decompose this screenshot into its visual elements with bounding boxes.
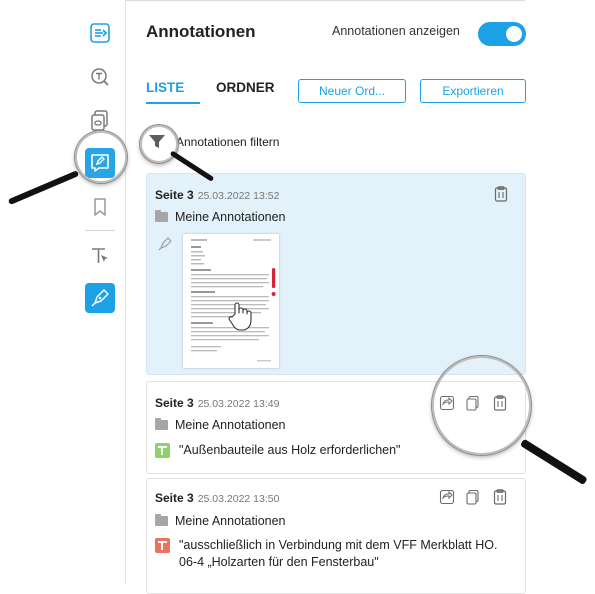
annotation-page: Seite 3 25.03.2022 13:50: [155, 491, 280, 505]
reply-icon[interactable]: [439, 489, 455, 505]
sidebar-divider: [85, 230, 115, 231]
text-search-button[interactable]: [85, 62, 115, 92]
annotation-card[interactable]: Seite 3 25.03.2022 13:50 Meine Annotation…: [146, 478, 526, 594]
annotation-folder: Meine Annotationen: [155, 210, 286, 224]
folder-icon: [155, 514, 168, 526]
panel-toggle-button[interactable]: [85, 18, 115, 48]
show-annotations-toggle[interactable]: [478, 22, 526, 46]
annotation-text: "Außenbauteile aus Holz erforderlichen": [179, 443, 401, 457]
magnifier-handle: [7, 170, 80, 206]
active-tab-underline: [146, 102, 200, 104]
annotation-text-row: "Außenbauteile aus Holz erforderlichen": [155, 442, 401, 459]
text-select-icon: [92, 248, 108, 263]
annotation-text: "ausschließlich in Verbindung mit dem VF…: [179, 538, 498, 569]
magnifier-lens-sidebar: [75, 131, 127, 183]
new-folder-button[interactable]: Neuer Ord...: [298, 79, 406, 103]
annotation-date: 25.03.2022 13:50: [197, 493, 280, 505]
text-select-button[interactable]: [85, 241, 115, 271]
annotation-folder: Meine Annotationen: [155, 418, 286, 432]
toggle-knob: [506, 26, 522, 42]
pen-tool-button[interactable]: [85, 283, 115, 313]
export-button[interactable]: Exportieren: [420, 79, 526, 103]
filter-label[interactable]: Annotationen filtern: [176, 135, 279, 149]
tab-ordner[interactable]: ORDNER: [216, 80, 275, 95]
highlight-icon: [155, 443, 170, 458]
delete-icon[interactable]: [492, 489, 508, 505]
bookmark-icon: [94, 198, 106, 216]
folder-icon: [155, 210, 168, 222]
annotation-page: Seite 3 25.03.2022 13:52: [155, 188, 280, 202]
document-preview: [191, 239, 276, 362]
pages-icon: [91, 110, 108, 131]
panel-title: Annotationen: [146, 22, 256, 41]
annotation-date: 25.03.2022 13:49: [197, 398, 280, 410]
annotation-page: Seite 3 25.03.2022 13:49: [155, 396, 280, 410]
signature-pen-icon: [158, 237, 172, 251]
annotation-card[interactable]: Seite 3 25.03.2022 13:52 Meine Annotation…: [146, 173, 526, 375]
highlight-icon: [155, 538, 170, 553]
bookmark-button[interactable]: [85, 192, 115, 222]
annotation-text-row: "ausschließlich in Verbindung mit dem VF…: [155, 537, 505, 571]
annotation-folder: Meine Annotationen: [155, 514, 286, 528]
text-search-icon: [91, 68, 109, 86]
magnifier-lens-actions: [432, 356, 531, 455]
copy-icon[interactable]: [465, 489, 481, 505]
pen-tool-icon: [91, 289, 109, 307]
magnifier-lens-filter: [140, 125, 178, 163]
annotation-date: 25.03.2022 13:52: [197, 190, 280, 202]
folder-icon: [155, 418, 168, 430]
toggle-label: Annotationen anzeigen: [332, 24, 460, 38]
annotations-panel: Annotationen Annotationen anzeigen LISTE…: [126, 0, 536, 594]
sidebar: [75, 0, 126, 584]
tab-liste[interactable]: LISTE: [146, 80, 184, 95]
delete-icon[interactable]: [493, 186, 509, 202]
panel-toggle-icon: [90, 23, 110, 43]
page-thumbnail: [183, 234, 279, 368]
